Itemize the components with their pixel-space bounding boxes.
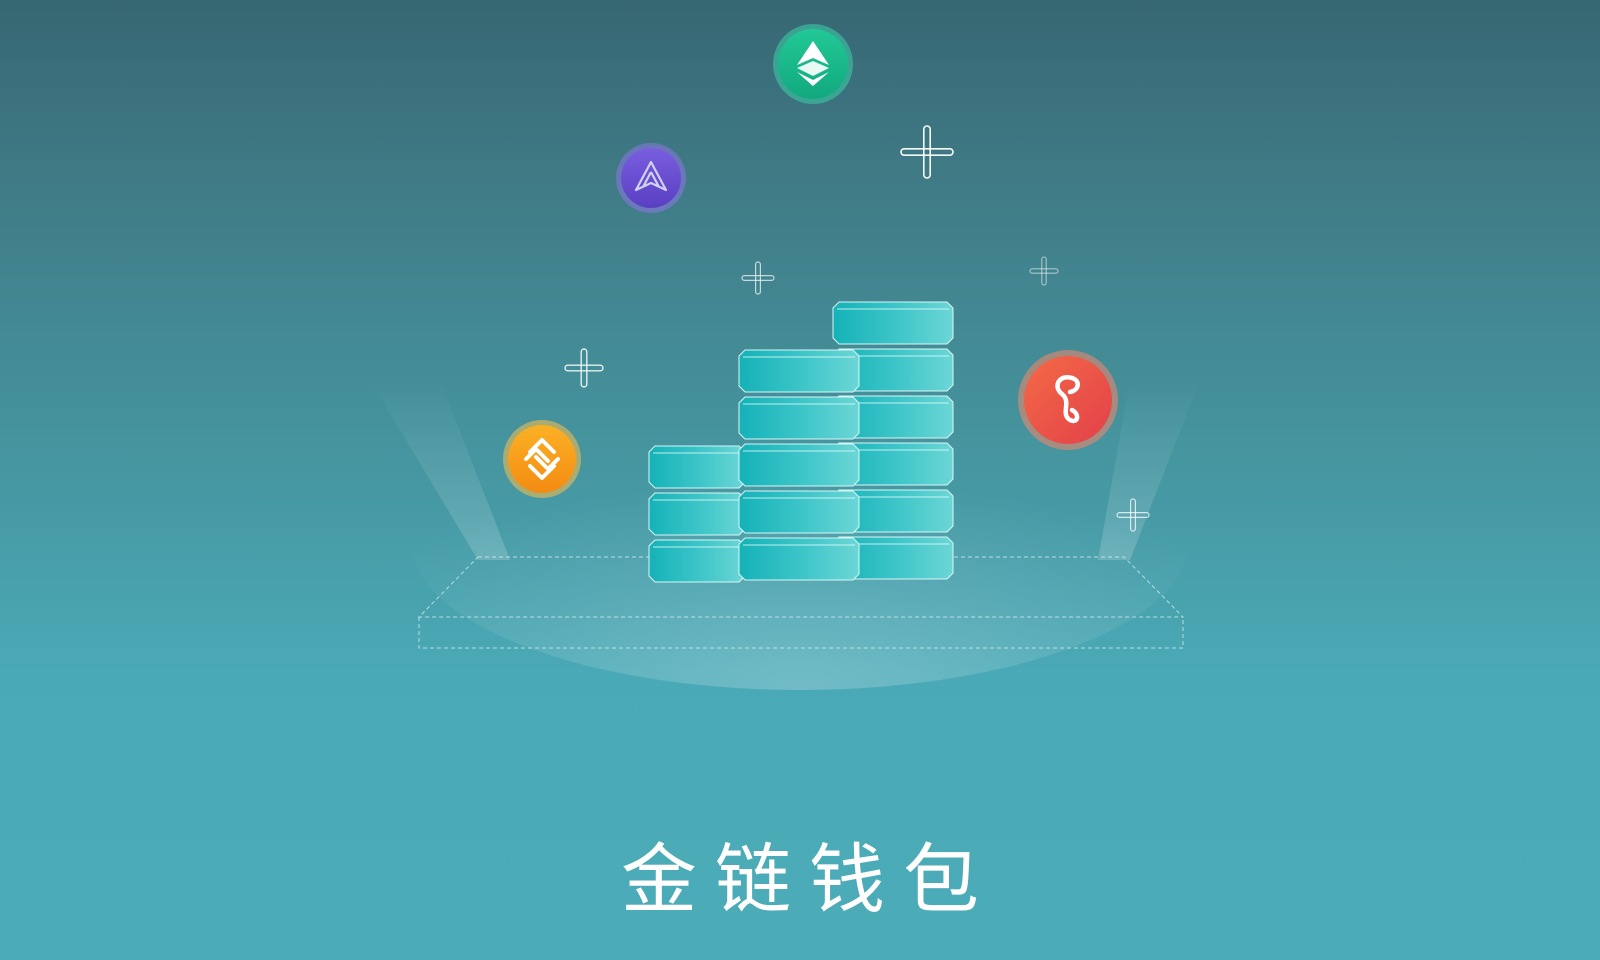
- sparkle-cross-icon: [900, 125, 954, 179]
- sparkle-cross-icon: [564, 348, 604, 388]
- app-title: 金链钱包: [621, 835, 997, 924]
- stacked-coin: [738, 349, 860, 393]
- etc-coin-icon: [773, 24, 853, 104]
- stacked-coin: [738, 537, 860, 581]
- wallet-illustration: [370, 24, 1200, 690]
- stacked-coin: [648, 445, 746, 489]
- orange-coin-icon: [503, 420, 581, 498]
- splash-screen: 金链钱包: [0, 0, 1600, 960]
- sparkle-cross-icon: [741, 261, 775, 295]
- stacked-coin: [738, 443, 860, 487]
- stacked-coin: [648, 492, 746, 536]
- stacked-coin: [738, 396, 860, 440]
- red-coin-icon: [1018, 350, 1118, 450]
- stacked-coin: [832, 301, 954, 345]
- sparkle-cross-icon: [1029, 256, 1059, 286]
- stacked-coin: [738, 490, 860, 534]
- stacked-coin: [648, 539, 746, 583]
- violet-coin-icon: [616, 143, 686, 213]
